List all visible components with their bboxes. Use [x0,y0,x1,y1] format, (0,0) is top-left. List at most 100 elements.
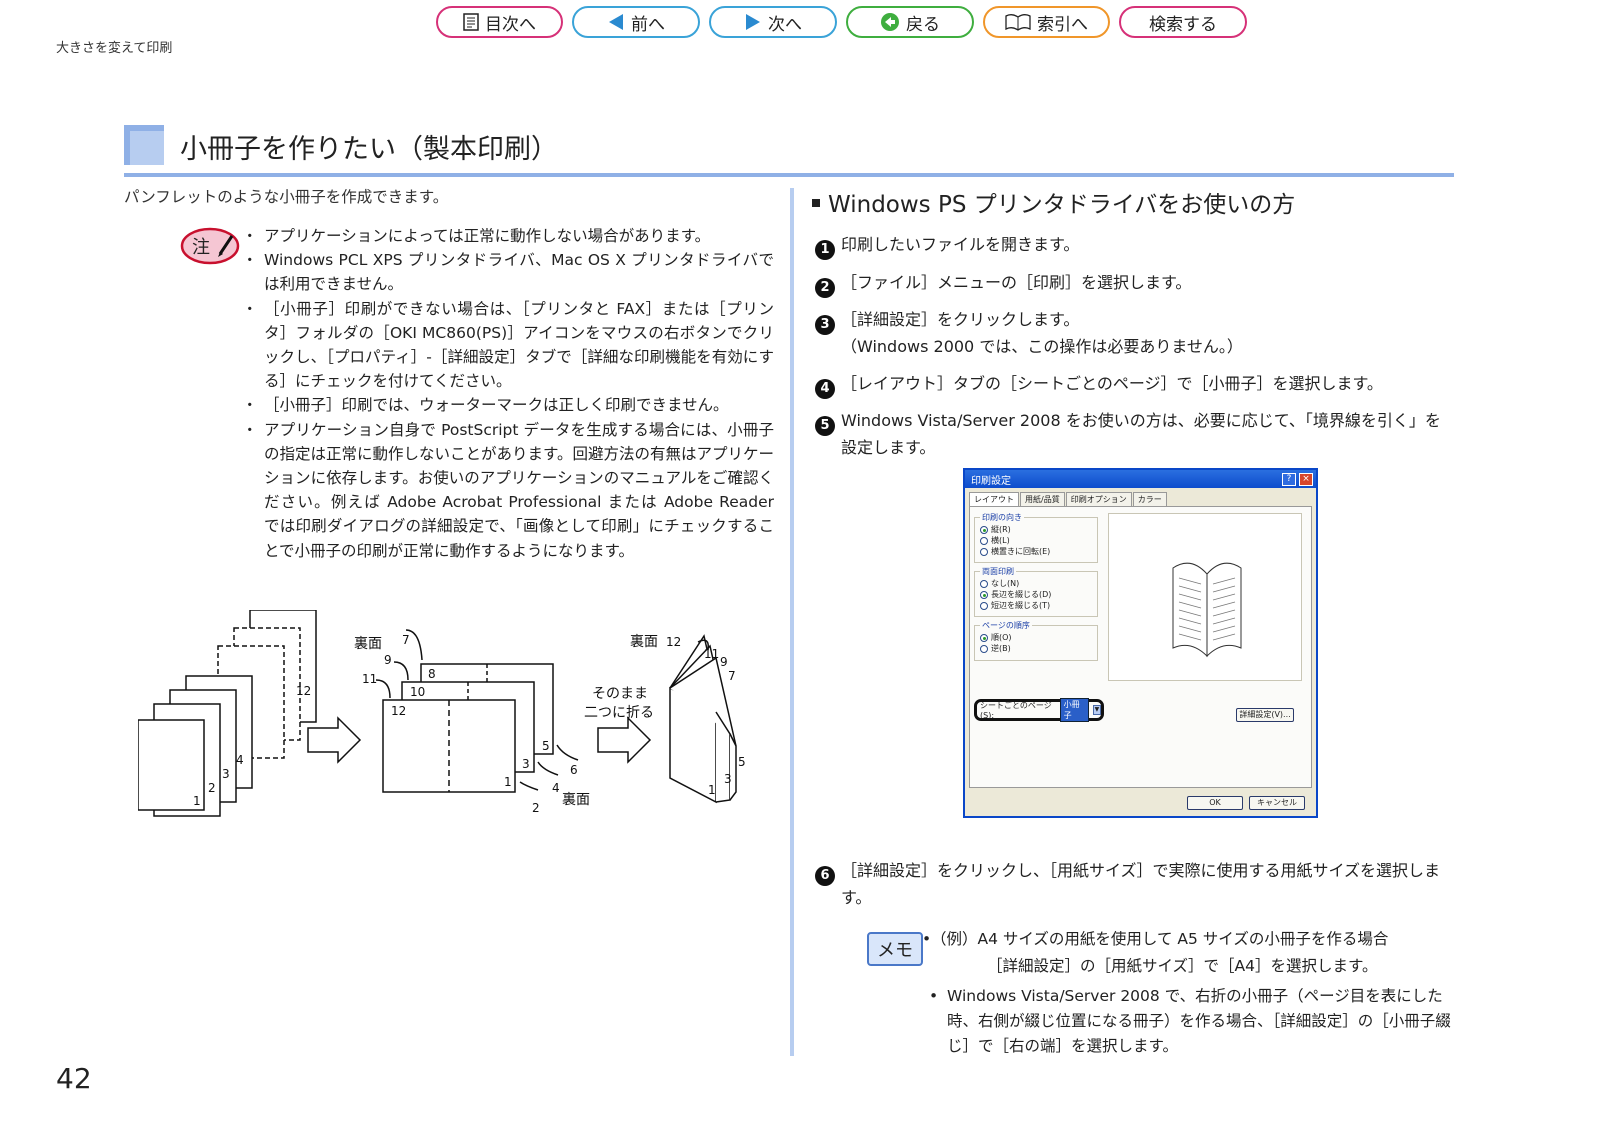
caution-item: アプリケーションによっては正常に動作しない場合があります。 [242,224,774,248]
ok-button[interactable]: OK [1187,796,1243,810]
section-marker-icon [124,125,164,165]
page-number: 42 [56,1062,92,1095]
title-divider [124,173,1454,177]
back-label: 戻る [906,14,940,35]
caution-item: アプリケーション自身で PostScript データを生成する場合には、小冊子の… [242,418,774,563]
square-bullet-icon [812,198,820,207]
caution-item: ［小冊子］印刷では、ウォーターマークは正しく印刷できません。 [242,393,774,417]
radio-portrait[interactable]: 縦(R) [980,524,1092,535]
orientation-group: 印刷の向き 縦(R) 横(L) 横置きに回転(E) [974,512,1098,563]
pages-per-sheet-select[interactable]: シートごとのページ(S): 小冊子 ▼ [974,698,1104,722]
diagram-label: 8 [428,667,436,681]
duplex-group: 両面印刷 なし(N) 長辺を綴じる(D) 短辺を綴じる(T) [974,566,1098,617]
right-arrow-icon [307,716,362,764]
booklet-label: 7 [728,669,736,683]
search-button[interactable]: 検索する [1119,6,1247,38]
step-subtext: （Windows 2000 では、この操作は必要ありません。） [841,337,1243,356]
memo-item-continued: ［詳細設定］の［用紙サイズ］で［A4］を選択します。 [987,957,1378,975]
tab-paper-quality[interactable]: 用紙/品質 [1020,492,1065,506]
prev-button[interactable]: 前へ [572,6,700,38]
pointer-line [519,781,539,791]
next-label: 次へ [768,14,802,35]
radio-short-edge[interactable]: 短辺を綴じる(T) [980,600,1092,611]
diagram-label: 12 [391,704,406,718]
top-navigation: 目次へ 前へ 次へ 戻る 索引へ 検索する [436,6,1247,38]
diagram-label: 9 [384,653,392,667]
caution-label: 注 [192,237,210,258]
open-book-icon [1005,13,1031,31]
index-button[interactable]: 索引へ [983,6,1110,38]
step-text: Windows Vista/Server 2008 をお使いの方は、必要に応じて… [841,411,1441,457]
fold-caption: そのまま [592,686,648,702]
group-title: 両面印刷 [980,566,1016,577]
breadcrumb: 大きさを変えて印刷 [56,41,173,56]
close-icon[interactable]: × [1299,472,1313,486]
tab-print-options[interactable]: 印刷オプション [1065,492,1132,506]
memo-label: メモ [877,940,913,961]
page-label: 1 [193,794,201,808]
document-icon [463,13,479,31]
booklet-diagram: 1 2 3 4 12 裏面 7 9 8 11 10 12 5 3 6 1 4 2… [137,609,778,854]
toc-button[interactable]: 目次へ [436,6,563,38]
pointer-line [375,679,391,699]
page-label: 12 [296,684,311,698]
pointer-line [556,744,579,761]
booklet-label: 5 [738,755,746,769]
help-icon[interactable]: ? [1282,472,1296,486]
radio-duplex-none[interactable]: なし(N) [980,578,1092,589]
page-label: 4 [236,753,244,767]
group-title: ページの順序 [980,620,1032,631]
page-label: 2 [208,781,216,795]
diagram-label: 2 [532,801,540,815]
intro-text: パンフレットのような小冊子を作成できます。 [124,188,449,206]
diagram-label: 5 [542,739,550,753]
booklet-label: 9 [720,655,728,669]
dialog-tabs: レイアウト 用紙/品質 印刷オプション カラー [965,488,1316,506]
radio-long-edge[interactable]: 長辺を綴じる(D) [980,589,1092,600]
caution-list: アプリケーションによっては正常に動作しない場合があります。 Windows PC… [242,224,774,563]
toc-label: 目次へ [485,14,536,35]
right-arrow-icon [597,716,652,764]
step-number: 2 [815,277,835,298]
step-text: 印刷したいファイルを開きます。 [841,235,1080,254]
diagram-label: 4 [552,781,560,795]
column-divider [790,188,794,1056]
step-number: 3 [815,314,835,335]
back-button[interactable]: 戻る [846,6,974,38]
booklet-label: 12 [666,635,681,649]
booklet-label: 3 [724,772,732,786]
diagram-label: 3 [522,757,530,771]
step-4: 4 ［レイアウト］タブの［シートごとのページ］で［小冊子］を選択します。 [815,370,1455,399]
dialog-title: 印刷設定 [971,475,1011,487]
diagram-label: 6 [570,763,578,777]
section-header: 小冊子を作りたい（製本印刷） [124,125,1454,177]
step-5: 5 Windows Vista/Server 2008 をお使いの方は、必要に応… [815,407,1455,461]
step-6: 6 ［詳細設定］をクリックし、［用紙サイズ］で実際に使用する用紙サイズを選択しま… [815,857,1455,911]
booklet-page [729,733,737,801]
cancel-button[interactable]: キャンセル [1249,796,1305,810]
radio-order-reverse[interactable]: 逆(B) [980,643,1092,654]
radio-landscape[interactable]: 横(L) [980,535,1092,546]
caution-item: ［小冊子］印刷ができない場合は、［プリンタと FAX］または［プリンタ］フォルダ… [242,297,774,394]
tab-layout[interactable]: レイアウト [969,492,1019,506]
caution-icon: 注 [180,226,242,270]
subsection-heading-text: Windows PS プリンタドライバをお使いの方 [828,192,1296,218]
radio-order-forward[interactable]: 順(O) [980,632,1092,643]
memo-list: • （例）A4 サイズの用紙を使用して A5 サイズの小冊子を作る場合 ［詳細設定… [922,926,1457,1059]
diagram-label: 10 [410,685,425,699]
diagram-label: 裏面 [354,635,382,652]
pointer-line [537,761,559,776]
chevron-down-icon[interactable]: ▼ [1092,705,1101,715]
diagram-label: 裏面 [562,791,590,808]
next-button[interactable]: 次へ [709,6,837,38]
memo-item: • Windows Vista/Server 2008 で、右折の小冊子（ページ目… [929,987,1451,1055]
tab-color[interactable]: カラー [1132,492,1167,506]
back-arrow-icon [880,12,900,32]
print-settings-dialog: 印刷設定 ? × レイアウト 用紙/品質 印刷オプション カラー 印刷の向き 縦… [963,468,1318,818]
dialog-titlebar: 印刷設定 ? × [965,470,1316,488]
search-label: 検索する [1149,14,1217,35]
advanced-button[interactable]: 詳細設定(V)... [1236,708,1294,722]
step-number: 4 [815,378,835,399]
radio-rotated[interactable]: 横置きに回転(E) [980,546,1092,557]
step-number: 1 [815,239,835,260]
